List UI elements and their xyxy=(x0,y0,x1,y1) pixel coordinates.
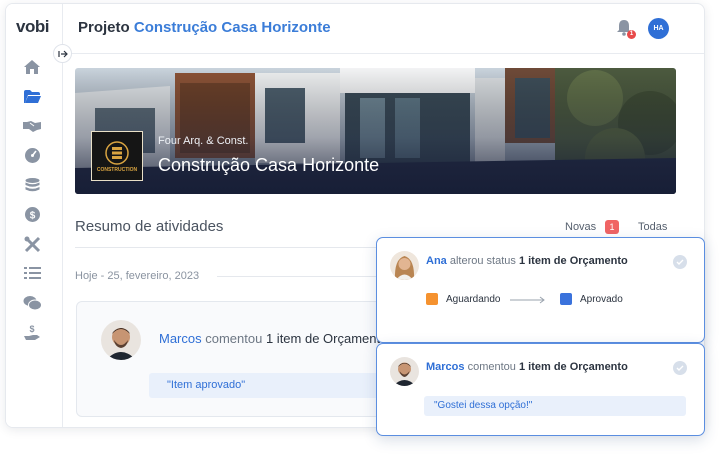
popup-object[interactable]: 1 item de Orçamento xyxy=(519,361,628,373)
notification-badge: 1 xyxy=(627,30,636,39)
activity-text: Marcos comentou 1 item de Orçamento xyxy=(159,331,387,346)
popup-text: Marcos comentou 1 item de Orçamento xyxy=(426,361,628,373)
activity-object[interactable]: 1 item de Orçamento xyxy=(266,331,387,346)
arrow-right-icon xyxy=(510,296,545,304)
status-color-swatch xyxy=(426,293,438,305)
vobi-logo: vobi xyxy=(16,17,49,36)
project-banner: CONSTRUCTION Four Arq. & Const. Construç… xyxy=(75,68,676,194)
novas-count-badge: 1 xyxy=(605,220,619,234)
top-bar: Projeto Construção Casa Horizonte 1 HA xyxy=(63,4,704,54)
user-avatar[interactable]: HA xyxy=(648,18,669,39)
popup-user[interactable]: Ana xyxy=(426,255,447,267)
arrow-right-icon xyxy=(57,50,68,57)
notification-popup[interactable]: Marcos comentou 1 item de Orçamento "Gos… xyxy=(376,343,705,436)
banner-company: Four Arq. & Const. xyxy=(158,135,249,147)
check-icon[interactable] xyxy=(673,255,687,269)
activity-verb: comentou xyxy=(205,331,263,346)
activity-user[interactable]: Marcos xyxy=(159,331,202,346)
tab-todas[interactable]: Todas xyxy=(638,221,667,233)
project-name: Construção Casa Horizonte xyxy=(133,19,331,36)
sidebar-toggle-button[interactable] xyxy=(53,44,72,63)
popup-verb: comentou xyxy=(467,361,516,373)
page-title: Projeto Construção Casa Horizonte xyxy=(78,19,331,36)
popup-verb: alterou status xyxy=(449,255,516,267)
activities-title: Resumo de atividades xyxy=(75,218,224,235)
notification-popup[interactable]: Ana alterou status 1 item de Orçamento A… xyxy=(376,237,705,343)
gauge-icon[interactable] xyxy=(22,145,42,165)
svg-text:$: $ xyxy=(29,210,35,221)
dollar-icon[interactable]: $ xyxy=(22,204,42,224)
title-prefix: Projeto xyxy=(78,19,130,36)
svg-text:$: $ xyxy=(29,324,34,334)
check-icon[interactable] xyxy=(673,361,687,375)
status-color-swatch xyxy=(560,293,572,305)
company-logo-text: CONSTRUCTION xyxy=(96,166,138,173)
list-icon[interactable] xyxy=(22,263,42,283)
handshake-icon[interactable] xyxy=(22,116,42,136)
avatar xyxy=(101,320,141,360)
chat-icon[interactable] xyxy=(22,293,42,313)
avatar xyxy=(390,251,419,280)
popup-comment: "Gostei dessa opção!" xyxy=(424,396,686,416)
tools-icon[interactable] xyxy=(22,234,42,254)
popup-object[interactable]: 1 item de Orçamento xyxy=(519,255,628,267)
banner-project-name: Construção Casa Horizonte xyxy=(158,155,380,175)
folder-icon[interactable] xyxy=(22,86,42,106)
sidebar: vobi $ $ xyxy=(6,4,63,427)
avatar xyxy=(390,357,419,386)
popup-user[interactable]: Marcos xyxy=(426,361,465,373)
date-label: Hoje - 25, fevereiro, 2023 xyxy=(75,270,200,282)
popup-text: Ana alterou status 1 item de Orçamento xyxy=(426,255,628,267)
company-logo: CONSTRUCTION xyxy=(91,131,143,181)
home-icon[interactable] xyxy=(22,57,42,77)
status-from: Aguardando xyxy=(446,294,501,305)
status-to: Aprovado xyxy=(580,294,623,305)
coins-icon[interactable] xyxy=(22,175,42,195)
hand-money-icon[interactable]: $ xyxy=(22,322,42,342)
tab-novas[interactable]: Novas xyxy=(565,221,596,233)
